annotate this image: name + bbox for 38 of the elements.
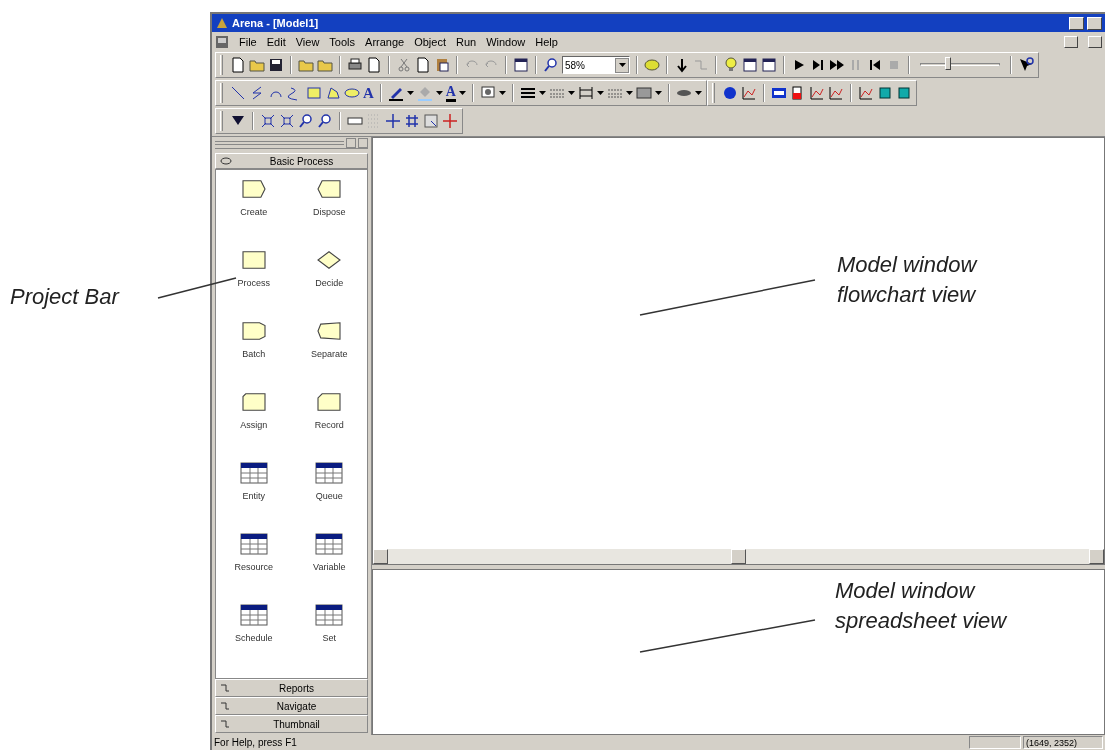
panel-header[interactable]: Basic Process <box>215 153 368 169</box>
module-label: Record <box>314 419 344 432</box>
module-label: Set <box>322 632 336 645</box>
menu-item[interactable]: Tools <box>329 33 356 51</box>
window-title: Arena - [Model1] <box>232 15 319 31</box>
zoom-dropdown[interactable]: 58% <box>562 56 630 74</box>
module-label: Create <box>240 206 268 219</box>
callout-label: spreadsheet view <box>835 607 1007 635</box>
callout-label: Project Bar <box>10 283 119 311</box>
menu-item[interactable]: Object <box>414 33 446 51</box>
module-label: Separate <box>311 348 348 361</box>
callout-label: flowchart view <box>837 281 977 309</box>
menu-item[interactable]: Arrange <box>365 33 405 51</box>
module-label: Variable <box>313 561 346 574</box>
panel-header[interactable]: Reports <box>215 679 368 697</box>
module-label: Schedule <box>235 632 273 645</box>
menu-item[interactable]: View <box>295 33 320 51</box>
module-label: Assign <box>240 419 268 432</box>
menu-item[interactable]: File <box>239 33 257 51</box>
text-tool[interactable]: A <box>363 85 374 101</box>
module-label: Resource <box>234 561 273 574</box>
module-label: Entity <box>242 490 265 503</box>
panel-header[interactable]: Thumbnail <box>215 715 368 733</box>
font-color-tool[interactable]: A <box>445 84 456 102</box>
callout-label: Model window <box>837 251 977 279</box>
menu-item[interactable]: Run <box>456 33 477 51</box>
module-label: Decide <box>315 277 344 290</box>
callout-label: Model window <box>835 577 977 605</box>
module-label: Batch <box>242 348 266 361</box>
menu-item[interactable]: Edit <box>266 33 286 51</box>
module-label: Process <box>237 277 270 290</box>
module-label: Dispose <box>313 206 346 219</box>
status-text: For Help, press F1 <box>214 736 298 750</box>
menu-item[interactable]: Window <box>486 33 526 51</box>
menu-item[interactable]: Help <box>535 33 558 51</box>
module-label: Queue <box>315 490 343 503</box>
panel-header[interactable]: Navigate <box>215 697 368 715</box>
coordinates-text: (1649, 2352) <box>1023 736 1103 749</box>
